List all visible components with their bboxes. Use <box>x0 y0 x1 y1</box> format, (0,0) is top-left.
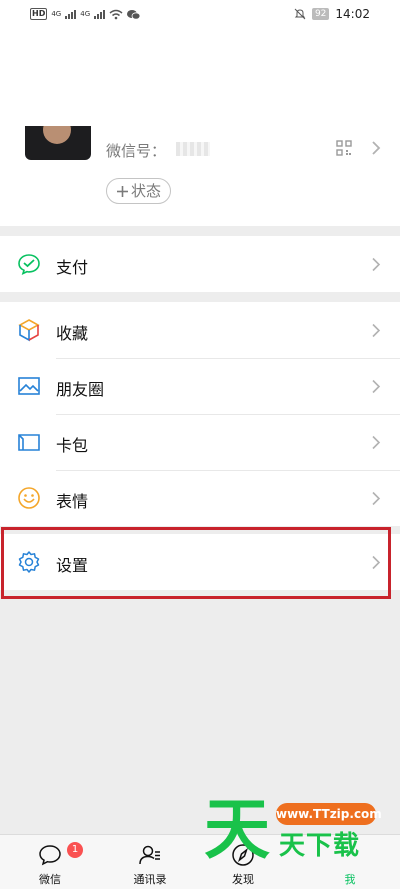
tab-contacts[interactable]: 通讯录 <box>110 835 190 889</box>
menu-item-stickers[interactable]: 表情 <box>0 470 400 526</box>
menu-item-cards[interactable]: 卡包 <box>0 414 400 470</box>
signal-icon-2 <box>94 9 106 19</box>
network-type-2: 4G <box>80 10 91 18</box>
tab-chats[interactable]: 1 微信 <box>10 835 90 889</box>
chevron-right-icon[interactable] <box>370 140 382 156</box>
features-group: 收藏 朋友圈 卡包 表情 <box>0 302 400 526</box>
watermark-text: 天下载 <box>279 831 361 861</box>
profile-header[interactable]: 微信号： 状态 <box>0 30 400 226</box>
chevron-right-icon <box>372 257 381 272</box>
battery-indicator: 92 <box>311 8 330 20</box>
smiley-icon <box>18 487 40 509</box>
tab-me-label: 我 <box>344 873 356 886</box>
plus-icon <box>117 185 128 197</box>
menu-item-settings[interactable]: 设置 <box>0 534 400 590</box>
network-type-1: 4G <box>51 10 62 18</box>
menu-item-pay[interactable]: 支付 <box>0 236 400 292</box>
status-bar-left: HD 4G 4G <box>30 8 141 20</box>
wallet-icon <box>18 434 40 451</box>
chevron-right-icon <box>372 323 381 338</box>
chevron-right-icon <box>372 435 381 450</box>
wifi-icon <box>109 9 123 19</box>
settings-label: 设置 <box>56 556 89 575</box>
status-bar: HD 4G 4G 92 14:02 <box>0 0 400 30</box>
unread-badge: 1 <box>67 842 83 858</box>
wechat-notification-icon <box>127 9 141 20</box>
mute-icon <box>294 8 306 20</box>
pay-label: 支付 <box>56 258 89 277</box>
cards-label: 卡包 <box>56 436 89 455</box>
tab-contacts-label: 通讯录 <box>133 873 167 886</box>
pay-group: 支付 <box>0 236 400 292</box>
clock: 14:02 <box>335 7 370 21</box>
watermark-logo: 天 <box>204 791 270 868</box>
favorites-cube-icon <box>18 319 40 342</box>
status-label: 状态 <box>131 181 162 200</box>
tab-chats-label: 微信 <box>39 873 61 886</box>
chevron-right-icon <box>372 491 381 506</box>
settings-group: 设置 <box>0 534 400 590</box>
qr-code-icon[interactable] <box>336 140 352 156</box>
wechat-id-masked <box>176 142 210 156</box>
moments-label: 朋友圈 <box>56 380 105 399</box>
signal-icon <box>65 9 77 19</box>
favorites-label: 收藏 <box>56 324 89 343</box>
moments-image-icon <box>18 377 40 395</box>
status-bar-right: 92 14:02 <box>294 7 370 21</box>
tab-discover-label: 发现 <box>232 873 254 886</box>
pay-icon <box>18 254 40 276</box>
hd-badge: HD <box>30 8 48 20</box>
watermark-url: www.TTzip.com <box>276 803 382 825</box>
chat-bubble-icon <box>39 845 61 866</box>
chevron-right-icon <box>372 555 381 570</box>
menu-item-moments[interactable]: 朋友圈 <box>0 358 400 414</box>
add-status-button[interactable]: 状态 <box>106 178 172 204</box>
wechat-id-label: 微信号： <box>106 142 167 160</box>
chevron-right-icon <box>372 379 381 394</box>
gear-icon <box>18 551 40 573</box>
menu-item-favorites[interactable]: 收藏 <box>0 302 400 358</box>
avatar[interactable] <box>25 126 91 160</box>
contacts-icon <box>139 845 160 865</box>
stickers-label: 表情 <box>56 492 89 511</box>
